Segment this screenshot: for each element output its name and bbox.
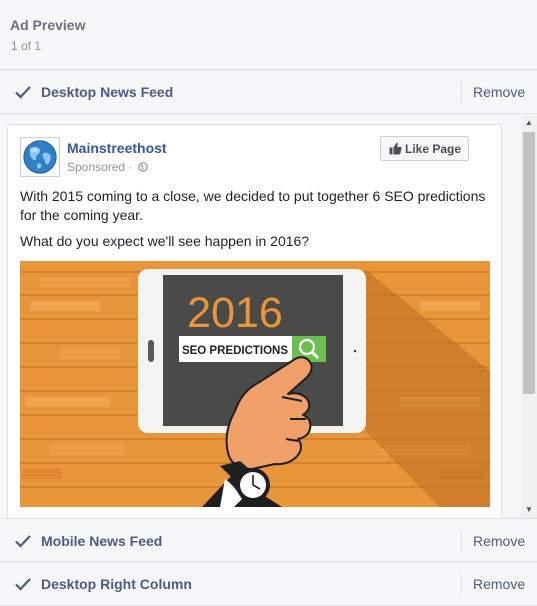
- post-text-paragraph-1: With 2015 coming to a close, we decided …: [20, 188, 486, 223]
- checkmark-icon: [15, 535, 31, 548]
- like-page-button[interactable]: Like Page: [380, 136, 469, 161]
- ad-preview-scroll-area[interactable]: Mainstreethost Sponsored · Like Page Wit…: [0, 115, 537, 518]
- preview-count: 1 of 1: [11, 39, 42, 53]
- scrollbar[interactable]: ▲ ▼: [521, 115, 537, 518]
- placement-label[interactable]: Desktop News Feed: [41, 84, 173, 100]
- placement-label[interactable]: Desktop Right Column: [41, 576, 192, 592]
- remove-button[interactable]: Remove: [473, 576, 525, 592]
- placement-row-desktop-right-column[interactable]: Desktop Right Column Remove: [0, 562, 537, 606]
- ad-image[interactable]: 2016 SEO PREDICTIONS: [20, 261, 490, 507]
- tablet-camera: [353, 349, 357, 353]
- like-page-label: Like Page: [405, 142, 462, 156]
- image-year-text: 2016: [187, 289, 283, 337]
- remove-button[interactable]: Remove: [473, 84, 525, 100]
- placement-row-mobile-news-feed[interactable]: Mobile News Feed Remove: [0, 518, 537, 562]
- search-box-text: SEO PREDICTIONS: [182, 345, 288, 357]
- divider: [461, 573, 462, 595]
- ad-post-card: Mainstreethost Sponsored · Like Page Wit…: [7, 124, 502, 518]
- sponsored-text: Sponsored ·: [67, 160, 133, 174]
- placement-label[interactable]: Mobile News Feed: [41, 533, 162, 549]
- page-avatar[interactable]: [20, 137, 60, 177]
- thumbs-up-icon: [389, 142, 402, 155]
- globe-icon: [137, 162, 148, 172]
- sponsored-label: Sponsored ·: [67, 160, 148, 174]
- post-text-paragraph-2: What do you expect we'll see happen in 2…: [20, 233, 310, 249]
- checkmark-icon: [15, 578, 31, 591]
- remove-button[interactable]: Remove: [473, 533, 525, 549]
- tablet-button: [148, 340, 154, 362]
- placement-row-desktop-news-feed[interactable]: Desktop News Feed Remove: [0, 70, 537, 114]
- wristwatch: [236, 468, 270, 502]
- divider: [461, 530, 462, 552]
- checkmark-icon: [15, 86, 31, 99]
- ad-preview-header: Ad Preview 1 of 1: [0, 0, 537, 70]
- scrollbar-thumb[interactable]: [523, 132, 535, 394]
- scroll-down-icon[interactable]: ▼: [525, 505, 533, 514]
- divider: [461, 81, 462, 103]
- scroll-up-icon[interactable]: ▲: [525, 118, 533, 127]
- ad-preview-title: Ad Preview: [10, 17, 86, 33]
- page-name-link[interactable]: Mainstreethost: [67, 140, 167, 156]
